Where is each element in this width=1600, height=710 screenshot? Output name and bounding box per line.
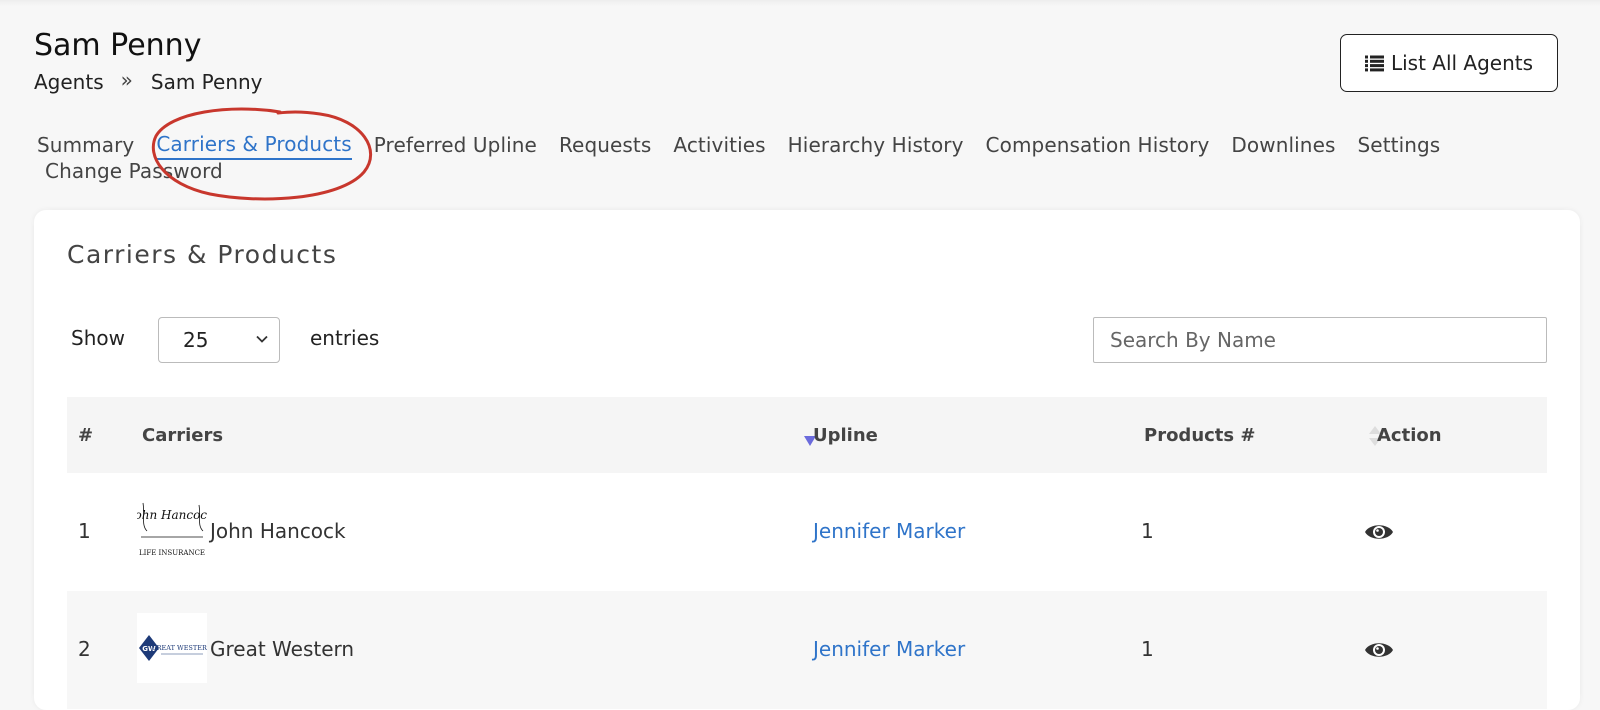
header-products-count[interactable]: Products # <box>1144 425 1255 446</box>
search-by-name-input[interactable] <box>1093 317 1547 363</box>
svg-text:John Hancock: John Hancock <box>137 508 207 522</box>
upline-link[interactable]: Jennifer Marker <box>813 519 965 543</box>
header-upline[interactable]: Upline <box>813 425 878 446</box>
page-title: Sam Penny <box>34 28 202 63</box>
agent-tabs: Summary Carriers & Products Preferred Up… <box>37 130 1462 186</box>
top-shadow <box>0 0 1600 6</box>
tab-compensation-history[interactable]: Compensation History <box>986 130 1210 160</box>
tabs-row-1: Summary Carriers & Products Preferred Up… <box>37 130 1462 160</box>
header-number[interactable]: # <box>78 425 93 446</box>
carriers-products-card: Carriers & Products Show 25 entries # Ca… <box>34 210 1580 710</box>
carrier-name: Great Western <box>210 637 355 661</box>
entries-per-page-select[interactable]: 25 <box>158 317 280 363</box>
tab-activities[interactable]: Activities <box>673 130 765 160</box>
tab-requests[interactable]: Requests <box>559 130 651 160</box>
tabs-row-2: Change Password <box>37 156 1462 186</box>
tab-downlines[interactable]: Downlines <box>1231 130 1335 160</box>
list-icon <box>1364 55 1384 71</box>
tab-settings[interactable]: Settings <box>1358 130 1441 160</box>
tab-change-password[interactable]: Change Password <box>45 156 223 186</box>
products-count: 1 <box>1141 519 1154 543</box>
card-title: Carriers & Products <box>67 240 338 269</box>
table-header: # Carriers Upline Products # Action <box>67 397 1547 473</box>
list-all-agents-label: List All Agents <box>1390 51 1534 75</box>
upline-link[interactable]: Jennifer Marker <box>813 637 965 661</box>
great-western-logo-icon: GW GREAT WESTERN <box>137 613 207 683</box>
tab-hierarchy-history[interactable]: Hierarchy History <box>788 130 964 160</box>
entries-label: entries <box>310 326 380 350</box>
tab-preferred-upline[interactable]: Preferred Upline <box>374 130 537 160</box>
row-number: 1 <box>78 519 91 543</box>
carriers-table: # Carriers Upline Products # Action 1 Jo… <box>67 397 1547 709</box>
list-all-agents-button[interactable]: List All Agents <box>1340 34 1558 92</box>
svg-text:GREAT WESTERN: GREAT WESTERN <box>151 644 207 652</box>
carrier-name: John Hancock <box>210 519 346 543</box>
row-number: 2 <box>78 637 91 661</box>
eye-icon[interactable] <box>1364 521 1394 543</box>
john-hancock-logo-icon: John Hancock LIFE INSURANCE <box>137 495 207 565</box>
svg-text:LIFE INSURANCE: LIFE INSURANCE <box>139 549 205 557</box>
products-count: 1 <box>1141 637 1154 661</box>
header-action: Action <box>1377 425 1442 446</box>
table-row: 2 GW GREAT WESTERN Great Western Jennife… <box>67 591 1547 709</box>
breadcrumb-agents-link[interactable]: Agents <box>34 70 104 94</box>
table-row: 1 John Hancock LIFE INSURANCE John Hanco… <box>67 473 1547 591</box>
breadcrumb-separator: » <box>120 68 133 92</box>
breadcrumb: Agents » Sam Penny <box>34 68 263 94</box>
chevron-down-icon <box>256 335 268 343</box>
show-label: Show <box>71 326 125 350</box>
header-carriers[interactable]: Carriers <box>142 425 223 446</box>
breadcrumb-current: Sam Penny <box>150 70 263 94</box>
entries-select-value: 25 <box>183 328 209 352</box>
eye-icon[interactable] <box>1364 639 1394 661</box>
